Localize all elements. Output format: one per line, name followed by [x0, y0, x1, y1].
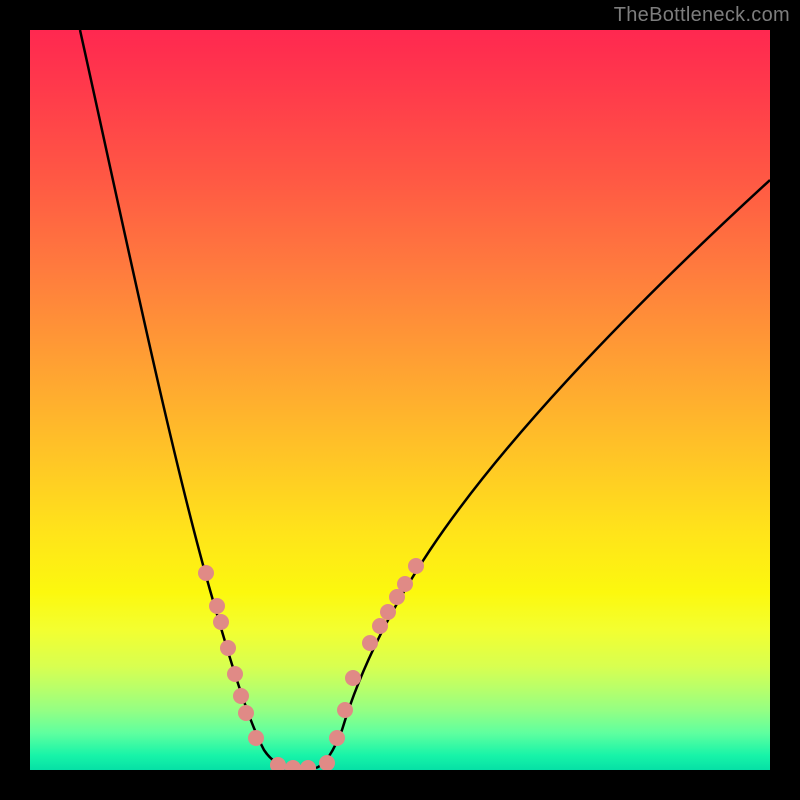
data-point	[300, 760, 316, 770]
curve-svg	[30, 30, 770, 770]
dots-right	[319, 558, 424, 770]
data-point	[329, 730, 345, 746]
data-point	[380, 604, 396, 620]
data-point	[227, 666, 243, 682]
data-point	[198, 565, 214, 581]
data-point	[397, 576, 413, 592]
plot-area	[30, 30, 770, 770]
dots-left	[198, 565, 316, 770]
data-point	[248, 730, 264, 746]
data-point	[372, 618, 388, 634]
data-point	[345, 670, 361, 686]
data-point	[337, 702, 353, 718]
data-point	[238, 705, 254, 721]
data-point	[285, 760, 301, 770]
curve-right	[316, 180, 770, 768]
data-point	[209, 598, 225, 614]
data-point	[213, 614, 229, 630]
data-point	[362, 635, 378, 651]
data-point	[220, 640, 236, 656]
watermark-text: TheBottleneck.com	[614, 4, 790, 27]
data-point	[233, 688, 249, 704]
chart-canvas: TheBottleneck.com	[0, 0, 800, 800]
data-point	[319, 755, 335, 770]
data-point	[408, 558, 424, 574]
curve-left	[80, 30, 296, 768]
